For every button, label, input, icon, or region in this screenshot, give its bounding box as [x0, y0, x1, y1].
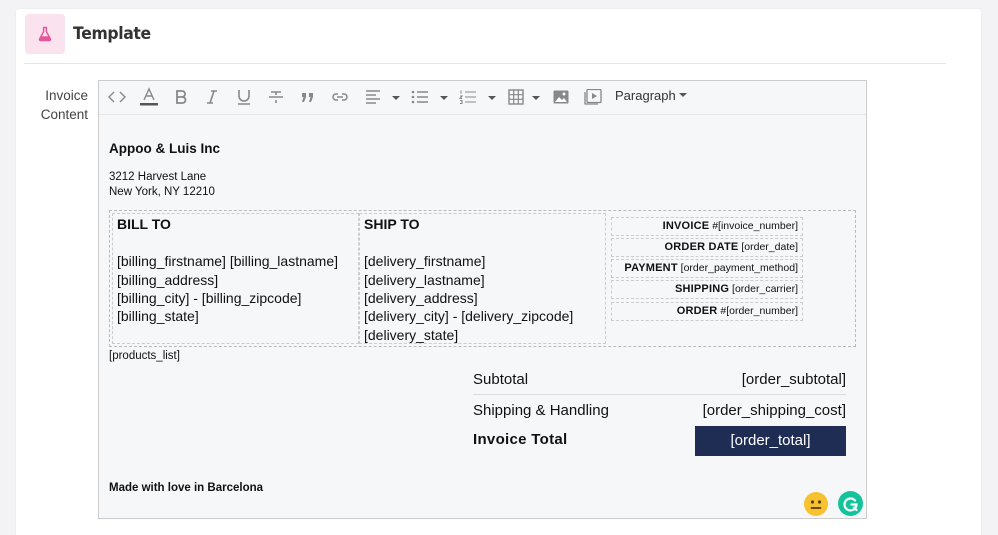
- underline-icon[interactable]: [235, 86, 253, 108]
- media-icon[interactable]: [584, 86, 602, 108]
- invoice-content-label: Invoice Content: [40, 88, 88, 122]
- meta-row-payment: PAYMENT [order_payment_method]: [611, 259, 803, 278]
- address-line-2: New York, NY 12210: [109, 186, 215, 198]
- ship-to-cell: SHIP TO [delivery_firstname] [delivery_l…: [359, 213, 606, 344]
- meta-row-shipping: SHIPPING [order_carrier]: [611, 280, 803, 299]
- paragraph-format-select[interactable]: Paragraph: [615, 88, 676, 103]
- page-title: Template: [73, 24, 151, 44]
- paragraph-dropdown-caret[interactable]: [679, 93, 687, 97]
- align-dropdown-caret[interactable]: [392, 96, 400, 100]
- meta-row-invoice: INVOICE #[invoice_number]: [611, 217, 803, 236]
- bold-icon[interactable]: [173, 86, 189, 108]
- numbered-list-icon[interactable]: [459, 86, 477, 108]
- ship-to-line: [delivery_lastname]: [364, 272, 485, 288]
- shipping-row: Shipping & Handling [order_shipping_cost…: [473, 395, 846, 426]
- italic-icon[interactable]: [204, 86, 220, 108]
- meta-cell: INVOICE #[invoice_number] ORDER DATE [or…: [606, 213, 853, 344]
- code-icon[interactable]: [107, 86, 127, 108]
- ship-to-line: [delivery_state]: [364, 327, 459, 343]
- flask-icon: [25, 14, 65, 54]
- link-icon[interactable]: [330, 86, 350, 108]
- shipping-value: [order_shipping_cost]: [702, 402, 846, 419]
- subtotal-value: [order_subtotal]: [741, 371, 846, 388]
- numbered-list-dropdown-caret[interactable]: [488, 96, 496, 100]
- grammarly-icon[interactable]: [838, 491, 863, 516]
- bill-to-line: [billing_address]: [117, 272, 219, 288]
- blockquote-icon[interactable]: [300, 86, 316, 108]
- image-icon[interactable]: [552, 86, 570, 108]
- address-line-1: 3212 Harvest Lane: [109, 171, 207, 183]
- bill-to-line: [billing_state]: [117, 308, 199, 324]
- bullet-list-icon[interactable]: [411, 86, 429, 108]
- meta-row-order: ORDER #[order_number]: [611, 302, 803, 321]
- products-list-placeholder: [products_list]: [109, 350, 180, 362]
- ship-to-line: [delivery_city] - [delivery_zipcode]: [364, 308, 574, 324]
- footer-text: Made with love in Barcelona: [109, 482, 264, 494]
- table-dropdown-caret[interactable]: [532, 96, 540, 100]
- shipping-label: Shipping & Handling: [473, 402, 609, 419]
- invoice-header-table: BILL TO [billing_firstname] [billing_las…: [109, 210, 856, 347]
- rich-text-editor[interactable]: Paragraph Appoo & Luis Inc 3212 Harvest …: [98, 80, 867, 519]
- bill-to-cell: BILL TO [billing_firstname] [billing_las…: [112, 213, 359, 344]
- editor-content[interactable]: Appoo & Luis Inc 3212 Harvest Lane New Y…: [99, 116, 866, 518]
- bill-to-heading: BILL TO: [117, 216, 171, 232]
- neutral-face-icon[interactable]: [804, 492, 828, 516]
- bullet-list-dropdown-caret[interactable]: [440, 96, 448, 100]
- bill-to-line: [billing_city] - [billing_zipcode]: [117, 290, 302, 306]
- ship-to-heading: SHIP TO: [364, 216, 420, 232]
- subtotal-row: Subtotal [order_subtotal]: [473, 364, 846, 395]
- ship-to-line: [delivery_firstname]: [364, 253, 486, 269]
- strikethrough-icon[interactable]: [267, 86, 285, 108]
- text-color-icon[interactable]: [138, 86, 160, 108]
- meta-row-order-date: ORDER DATE [order_date]: [611, 238, 803, 257]
- subtotal-label: Subtotal: [473, 371, 529, 388]
- table-icon[interactable]: [507, 86, 525, 108]
- invoice-total-row: Invoice Total [order_total]: [473, 426, 846, 457]
- card-header: Template: [24, 14, 946, 64]
- editor-toolbar: Paragraph: [99, 81, 866, 115]
- align-icon[interactable]: [364, 86, 382, 108]
- invoice-total-value: [order_total]: [695, 426, 846, 456]
- bill-to-line: [billing_firstname] [billing_lastname]: [117, 253, 338, 269]
- invoice-total-label: Invoice Total: [473, 431, 568, 448]
- ship-to-line: [delivery_address]: [364, 290, 478, 306]
- company-name: Appoo & Luis Inc: [109, 141, 220, 156]
